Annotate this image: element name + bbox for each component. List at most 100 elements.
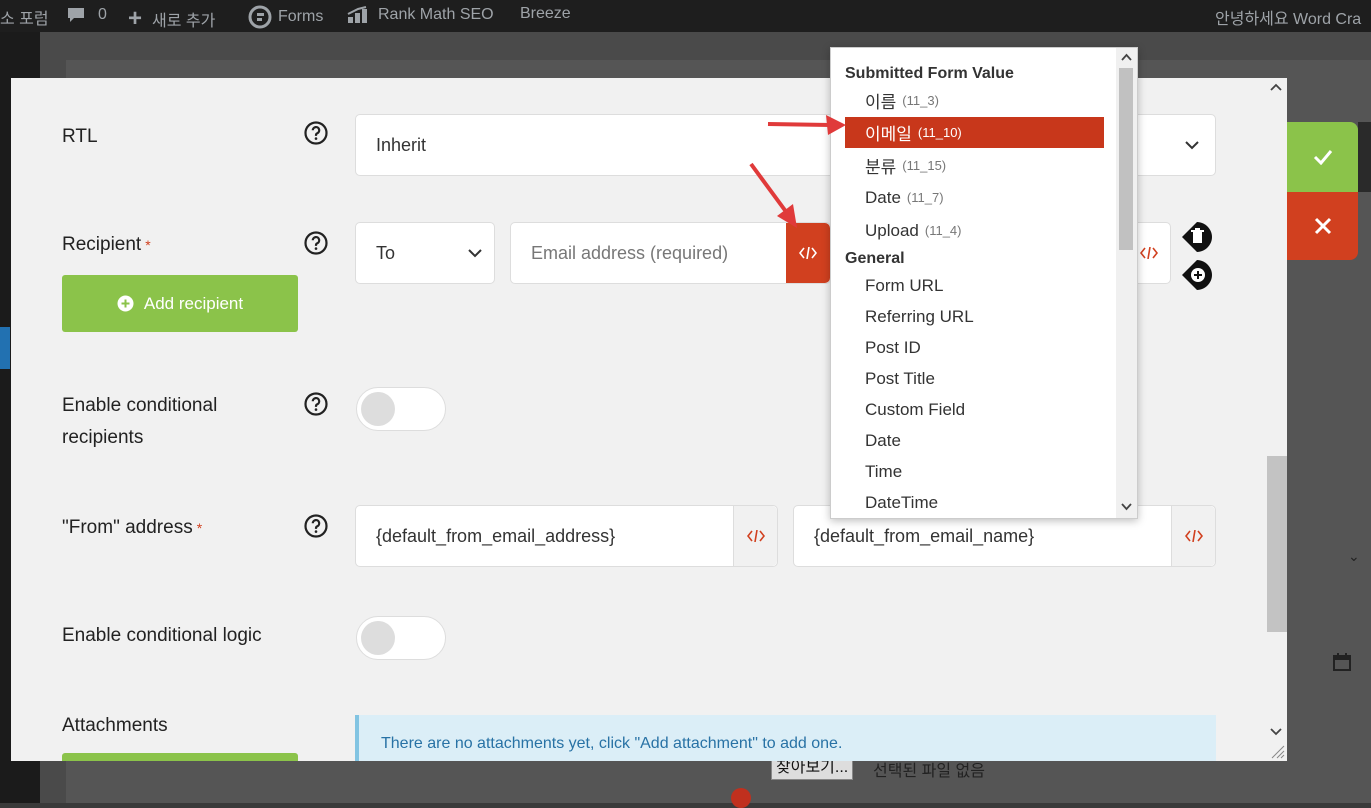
admin-greeting-label: 안녕하세요 Word Cra	[1215, 11, 1362, 28]
add-attachment-button[interactable]	[62, 753, 298, 761]
sidebar-active-indicator	[0, 327, 10, 369]
add-icon[interactable]	[1179, 257, 1215, 293]
merge-tag-dropdown: Submitted Form Value 이름 (11_3) 이메일 (11_10)…	[830, 47, 1138, 519]
admin-breeze-label: Breeze	[520, 5, 571, 22]
merge-tag-button[interactable]	[1171, 506, 1215, 566]
conditional-logic-toggle[interactable]	[356, 616, 446, 660]
dropdown-option[interactable]: Post Title	[845, 363, 1104, 394]
from-email-value: {default_from_email_address}	[376, 525, 616, 546]
admin-comments[interactable]: 0	[66, 5, 107, 25]
code-icon	[746, 530, 765, 542]
dropdown-option[interactable]: Post ID	[845, 332, 1104, 363]
option-label: 분류	[865, 158, 897, 177]
required-marker: *	[145, 237, 151, 253]
trash-icon[interactable]	[1179, 219, 1215, 255]
dropdown-option[interactable]: Upload (11_4)	[845, 215, 1104, 246]
calendar-icon[interactable]	[1333, 653, 1351, 671]
from-email-input[interactable]: {default_from_email_address}	[355, 505, 778, 567]
toggle-knob	[361, 392, 395, 426]
dropdown-option[interactable]: Custom Field	[845, 394, 1104, 425]
modal-scrollbar-thumb[interactable]	[1267, 456, 1287, 632]
admin-new[interactable]: + 새로 추가	[128, 5, 215, 33]
conditional-recipients-line1: Enable conditional	[62, 395, 218, 416]
resize-handle-icon[interactable]	[1269, 743, 1285, 759]
conditional-logic-label: Enable conditional logic	[62, 625, 262, 646]
dropdown-option-selected[interactable]: 이메일 (11_10)	[845, 117, 1104, 148]
code-icon	[799, 247, 817, 259]
scroll-down-icon[interactable]	[1270, 728, 1282, 736]
help-icon[interactable]	[304, 231, 328, 255]
help-icon[interactable]	[304, 121, 328, 145]
from-address-label-text: "From" address	[62, 517, 193, 538]
recipient-type-value: To	[376, 242, 396, 263]
rtl-select-value: Inherit	[376, 134, 427, 155]
rtl-label: RTL	[62, 126, 98, 147]
dropdown-group-label: Submitted Form Value	[845, 65, 1014, 82]
help-icon[interactable]	[304, 392, 328, 416]
delete-dot	[731, 788, 751, 808]
option-label: 이름	[865, 93, 897, 112]
option-label: Date	[865, 187, 901, 207]
dropdown-scrollbar-thumb[interactable]	[1119, 68, 1133, 250]
dropdown-option[interactable]: 분류 (11_15)	[845, 150, 1104, 181]
option-code: (11_10)	[917, 125, 962, 140]
comment-icon	[68, 8, 84, 22]
recipient-label: Recipient *	[62, 229, 151, 261]
admin-bar: 소 포럼 0 + 새로 추가 Forms Rank Math SEO Breez…	[0, 0, 1371, 32]
plus-icon: +	[128, 5, 143, 32]
option-label: 이메일	[865, 125, 912, 144]
scroll-up-icon[interactable]	[1121, 53, 1132, 61]
from-name-value: {default_from_email_name}	[814, 525, 1035, 546]
chevron-down-icon[interactable]: ⌄	[1348, 548, 1360, 565]
admin-rankmath-label: Rank Math SEO	[378, 6, 494, 23]
conditional-recipients-label: Enable conditional recipients	[62, 390, 217, 454]
dropdown-option[interactable]: Time	[845, 456, 1104, 487]
close-button[interactable]	[1287, 192, 1358, 260]
conditional-recipients-toggle[interactable]	[356, 387, 446, 431]
admin-forum-label: 소 포럼	[0, 11, 49, 28]
recipient-type-select[interactable]: To	[355, 222, 495, 284]
panel-edge	[1358, 122, 1371, 192]
admin-forum[interactable]: 소 포럼	[0, 5, 49, 29]
admin-forms-label: Forms	[278, 8, 324, 25]
dropdown-option[interactable]: 이름 (11_3)	[845, 85, 1104, 116]
option-code: (11_7)	[906, 190, 944, 205]
scroll-up-icon[interactable]	[1270, 83, 1282, 91]
dropdown-option[interactable]: Referring URL	[845, 301, 1104, 332]
option-code: (11_15)	[902, 158, 947, 173]
scroll-down-icon[interactable]	[1121, 503, 1132, 511]
from-address-label: "From" address *	[62, 512, 202, 544]
admin-forms[interactable]: Forms	[248, 5, 323, 29]
add-recipient-button[interactable]: Add recipient	[62, 275, 298, 332]
admin-greeting[interactable]: 안녕하세요 Word Cra	[1215, 5, 1361, 29]
check-icon	[1313, 150, 1332, 165]
code-icon	[1140, 247, 1158, 259]
rankmath-icon	[347, 6, 367, 23]
dropdown-option[interactable]: Date	[845, 425, 1104, 456]
admin-rankmath[interactable]: Rank Math SEO	[346, 5, 494, 25]
admin-new-label: 새로 추가	[152, 13, 216, 30]
dropdown-option[interactable]: Date (11_7)	[845, 182, 1104, 213]
code-icon	[1184, 530, 1203, 542]
option-label: Upload	[865, 220, 919, 240]
comments-count: 0	[98, 6, 107, 23]
recipient-label-text: Recipient	[62, 234, 142, 255]
plus-circle-icon	[117, 295, 134, 312]
recipient-email-input[interactable]: Email address (required)	[510, 222, 831, 284]
dropdown-option[interactable]: DateTime	[845, 487, 1104, 518]
attachments-notice: There are no attachments yet, click "Add…	[355, 715, 1216, 761]
dropdown-option[interactable]: Form URL	[845, 270, 1104, 301]
chevron-down-icon	[468, 249, 482, 258]
toggle-knob	[361, 621, 395, 655]
merge-tag-button[interactable]	[733, 506, 777, 566]
required-marker: *	[196, 520, 203, 536]
help-icon[interactable]	[304, 514, 328, 538]
option-code: (11_3)	[902, 93, 939, 108]
dropdown-group-label: General	[845, 250, 905, 267]
merge-tag-button[interactable]	[786, 223, 830, 283]
forms-icon	[248, 5, 272, 29]
admin-breeze[interactable]: Breeze	[520, 5, 571, 23]
attachments-label: Attachments	[62, 715, 168, 736]
confirm-button[interactable]	[1287, 122, 1358, 192]
recipient-email-placeholder: Email address (required)	[531, 242, 729, 263]
